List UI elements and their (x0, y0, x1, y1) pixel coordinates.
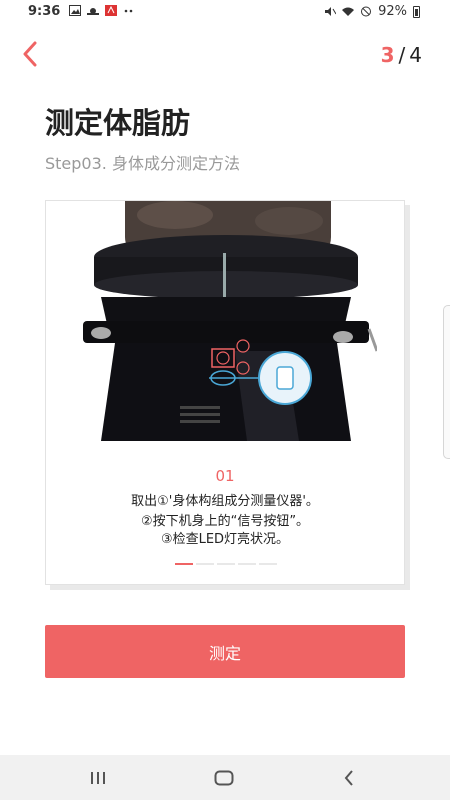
notification-icons (69, 5, 135, 16)
battery-icon (413, 5, 420, 18)
page-dot-1[interactable] (175, 563, 193, 565)
page-title: 测定体脂肪 (45, 106, 191, 140)
system-icons: 92% (324, 4, 420, 19)
step-number: 01 (215, 467, 235, 485)
nav-back-button[interactable] (329, 766, 369, 790)
weather-icon (87, 8, 99, 15)
instruction-line-3: ③检查LED灯亮状况。 (160, 532, 290, 547)
page-subtitle: Step03. 身体成分测定方法 (45, 154, 240, 173)
measure-button[interactable]: 测定 (45, 625, 405, 678)
pdf-app-icon (105, 5, 117, 16)
step-total: 4 (409, 43, 422, 67)
home-icon (214, 770, 234, 786)
more-notifications-icon (124, 9, 133, 13)
do-not-disturb-icon (361, 6, 372, 17)
device-illustration (75, 201, 377, 441)
chevron-left-icon (23, 41, 37, 67)
step-indicator: 3/4 (381, 43, 422, 67)
step-current: 3 (380, 43, 395, 67)
status-bar: 9:36 92% (0, 0, 450, 24)
system-nav-bar (0, 755, 450, 800)
page-dot-4[interactable] (238, 563, 256, 565)
instruction-line-2: ②按下机身上的“信号按钮”。 (140, 514, 310, 529)
recents-icon (91, 772, 105, 784)
page-dot-5[interactable] (259, 563, 277, 565)
page-dot-2[interactable] (196, 563, 214, 565)
gallery-icon (69, 5, 81, 16)
mute-icon (325, 7, 337, 16)
wifi-icon (342, 7, 355, 16)
back-icon (344, 770, 353, 786)
recents-button[interactable] (78, 766, 118, 790)
back-button[interactable] (16, 40, 44, 68)
edge-panel-handle[interactable] (443, 305, 450, 459)
home-button[interactable] (204, 766, 244, 790)
battery-percentage: 92% (378, 4, 407, 19)
page-indicator (175, 563, 277, 565)
instruction-card: 01 取出①'身体构组成分测量仪器'。 ②按下机身上的“信号按钮”。 ③检查LE… (45, 200, 405, 585)
page-dot-3[interactable] (217, 563, 235, 565)
status-time: 9:36 (28, 4, 61, 19)
instruction-line-1: 取出①'身体构组成分测量仪器'。 (131, 494, 319, 509)
step-separator: / (398, 43, 406, 67)
